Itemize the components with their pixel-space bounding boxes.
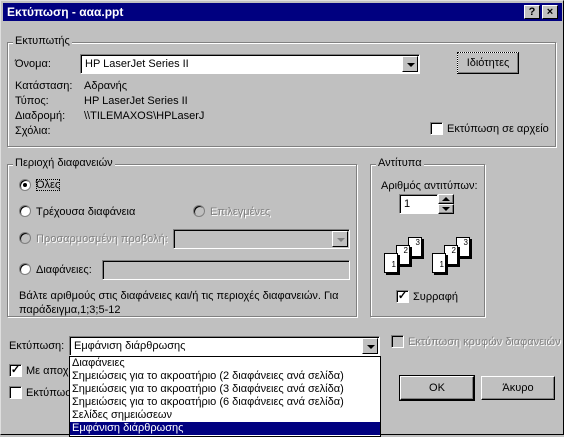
help-icon: ? <box>528 6 536 18</box>
close-button[interactable]: × <box>542 5 558 19</box>
custom-show-dropdown-button <box>332 231 348 247</box>
close-icon: × <box>546 6 554 18</box>
collate-page-number: 1 <box>391 260 396 269</box>
custom-show-radio <box>19 232 31 244</box>
print-range-group-label: Περιοχή διαφανειών <box>13 157 115 169</box>
cancel-button-label: Άκυρο <box>502 382 534 394</box>
list-item[interactable]: Σημειώσεις για το ακροατήριο (6 διαφάνει… <box>70 396 380 409</box>
copies-spin-down[interactable] <box>438 204 454 214</box>
print-hidden-slides-label: Εκτύπωση κρυφών διαφανειών <box>408 336 561 348</box>
radio-dot-icon <box>23 183 27 187</box>
collate-icon: 3 2 1 3 2 1 <box>384 237 472 283</box>
chevron-up-icon <box>442 197 450 201</box>
option2-label[interactable]: Εκτύπωσ <box>26 387 72 399</box>
print-dialog: Εκτύπωση - ααα.ppt ? × Εκτυπωτής Όνομα: … <box>0 0 564 437</box>
ok-button-label: OK <box>429 382 445 394</box>
print-hidden-slides-checkbox <box>391 335 404 348</box>
collate-label[interactable]: Συρραφή <box>413 291 458 303</box>
properties-button[interactable]: Ιδιότητες <box>457 52 519 74</box>
type-value: HP LaserJet Series II <box>84 95 188 107</box>
check-icon: ✓ <box>10 364 21 376</box>
print-what-label: Εκτύπωση: <box>9 340 65 352</box>
slides-radio[interactable] <box>19 263 31 275</box>
custom-show-select <box>173 229 350 249</box>
title-bar[interactable]: Εκτύπωση - ααα.ppt ? × <box>3 3 562 21</box>
collate-page-number: 2 <box>403 246 408 255</box>
status-label: Κατάσταση: <box>15 80 73 92</box>
range-hint: Βάλτε αριθμούς στις διαφάνειες και/ή τις… <box>19 290 339 316</box>
slides-label[interactable]: Διαφάνειες: <box>36 264 92 276</box>
print-what-dropdown-button[interactable] <box>362 338 378 354</box>
printer-name-label: Όνομα: <box>15 58 51 70</box>
print-what-dropdown-list[interactable]: Διαφάνειες Σημειώσεις για το ακροατήριο … <box>69 356 381 437</box>
custom-show-label: Προσαρμοσμένη προβολή: <box>36 233 168 245</box>
list-item[interactable]: Διαφάνειες <box>70 357 380 370</box>
collate-page-2a: 2 <box>396 245 410 265</box>
collate-page-1b: 1 <box>432 253 446 273</box>
print-to-file-label[interactable]: Εκτύπωση σε αρχείο <box>447 123 549 135</box>
current-slide-radio[interactable] <box>19 205 31 217</box>
chevron-down-icon <box>442 207 450 211</box>
collate-page-number: 1 <box>439 260 444 269</box>
copies-count-label: Αριθμός αντιτύπων: <box>381 180 478 192</box>
option1-checkbox[interactable]: ✓ <box>9 364 22 377</box>
printer-name-value: HP LaserJet Series II <box>85 58 189 70</box>
print-to-file-checkbox[interactable] <box>430 122 443 135</box>
status-value: Αδρανής <box>84 80 127 92</box>
list-item[interactable]: Σελίδες σημειώσεων <box>70 409 380 422</box>
all-slides-radio[interactable] <box>19 179 31 191</box>
ok-button[interactable]: OK <box>399 375 475 401</box>
path-value: \\TILEMAXOS\HPLaserJ <box>84 110 205 122</box>
printer-name-select[interactable]: HP LaserJet Series II <box>80 54 420 74</box>
print-what-value: Εμφάνιση διάρθρωσης <box>74 340 186 352</box>
check-icon: ✓ <box>397 290 408 302</box>
printer-group-label: Εκτυπωτής <box>13 35 72 47</box>
collate-page-number: 3 <box>463 238 468 247</box>
chevron-down-icon <box>407 63 415 67</box>
path-label: Διαδρομή: <box>15 110 66 122</box>
selection-label: Επιλεγμένες <box>210 206 271 218</box>
collate-page-2b: 2 <box>444 245 458 265</box>
collate-checkbox[interactable]: ✓ <box>396 290 409 303</box>
selection-radio <box>193 205 205 217</box>
type-label: Τύπος: <box>15 95 49 107</box>
properties-button-label: Ιδιότητες <box>466 57 510 69</box>
list-item-selected[interactable]: Εμφάνιση διάρθρωσης <box>70 422 380 435</box>
dialog-title: Εκτύπωση - ααα.ppt <box>7 5 124 19</box>
comments-label: Σχόλια: <box>15 125 51 137</box>
list-item[interactable]: Σημειώσεις για το ακροατήριο (3 διαφάνει… <box>70 383 380 396</box>
copies-group-label: Αντίτυπα <box>376 157 424 169</box>
copies-count-value: 1 <box>404 198 411 210</box>
copies-count-input[interactable]: 1 <box>399 194 438 214</box>
printer-name-dropdown-button[interactable] <box>402 56 418 72</box>
help-button[interactable]: ? <box>524 5 540 19</box>
all-slides-label[interactable]: Όλες <box>36 179 61 191</box>
print-what-select[interactable]: Εμφάνιση διάρθρωσης <box>69 336 380 356</box>
chevron-down-icon <box>367 345 375 349</box>
collate-page-3a: 3 <box>408 237 422 257</box>
current-slide-label[interactable]: Τρέχουσα διαφάνεια <box>36 206 135 218</box>
list-item[interactable]: Σημειώσεις για το ακροατήριο (2 διαφάνει… <box>70 370 380 383</box>
collate-page-number: 2 <box>451 246 456 255</box>
copies-spin-up[interactable] <box>438 194 454 204</box>
cancel-button[interactable]: Άκυρο <box>481 376 555 400</box>
collate-page-1a: 1 <box>384 253 398 273</box>
option2-checkbox[interactable] <box>9 386 22 399</box>
collate-page-number: 3 <box>415 238 420 247</box>
slides-input[interactable] <box>102 260 350 280</box>
collate-page-3b: 3 <box>456 237 470 257</box>
chevron-down-icon <box>337 238 345 242</box>
option1-label[interactable]: Με αποχρ <box>26 365 75 377</box>
